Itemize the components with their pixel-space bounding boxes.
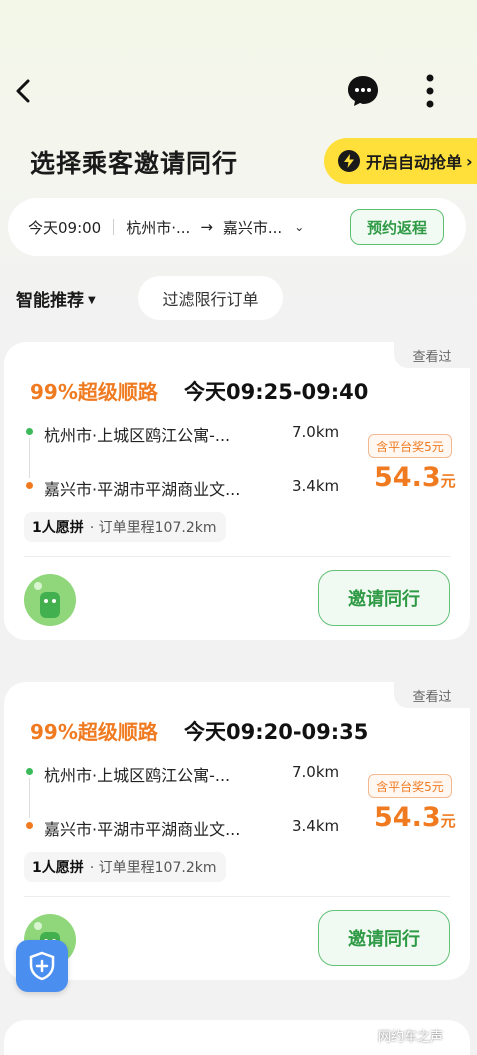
invite-button[interactable]: 邀请同行 — [318, 910, 450, 966]
page-title: 选择乘客邀请同行 — [30, 149, 239, 178]
price-value: 54.3 — [374, 802, 441, 833]
origin-dot-icon — [26, 768, 33, 775]
pickup-time: 今天09:20-09:35 — [184, 720, 369, 744]
pickup-time: 今天09:25-09:40 — [184, 380, 369, 404]
origin-dot-icon — [26, 428, 33, 435]
platform-bonus-badge: 含平台奖5元 — [368, 774, 452, 798]
message-icon[interactable] — [346, 74, 380, 108]
riders-count: 1人愿拼 — [32, 520, 84, 536]
platform-bonus-badge: 含平台奖5元 — [368, 434, 452, 458]
origin-address: 杭州市·上城区鸥江公寓-... — [44, 426, 231, 445]
price-value: 54.3 — [374, 462, 441, 493]
origin-address: 杭州市·上城区鸥江公寓-... — [44, 766, 231, 785]
destination-distance: 3.4km — [292, 817, 340, 835]
match-rate: 99%超级顺路 — [30, 720, 158, 744]
divider — [24, 896, 450, 897]
arrow-right-icon: → — [200, 218, 213, 236]
invite-button[interactable]: 邀请同行 — [318, 570, 450, 626]
auto-grab-label: 开启自动抢单 — [366, 153, 463, 172]
destination-distance: 3.4km — [292, 477, 340, 495]
avatar[interactable] — [24, 574, 76, 626]
destination-address: 嘉兴市·平湖市平湖商业文... — [44, 480, 241, 499]
seen-badge: 查看过 — [394, 342, 470, 368]
order-card[interactable]: 查看过 99%超级顺路 今天09:25-09:40 杭州市·上城区鸥江公寓-..… — [4, 342, 470, 640]
price-unit: 元 — [440, 472, 456, 490]
destination-dot-icon — [26, 482, 33, 489]
price: 54.3元 — [374, 462, 456, 493]
divider — [24, 556, 450, 557]
order-distance: · 订单里程107.2km — [89, 520, 217, 536]
route-bar[interactable]: 今天09:00 杭州市·... → 嘉兴市... ⌄ 预约返程 — [8, 198, 466, 256]
order-card[interactable]: 查看过 99%超级顺路 今天09:20-09:35 杭州市·上城区鸥江公寓-..… — [4, 682, 470, 980]
route-time[interactable]: 今天09:00 — [28, 217, 101, 238]
origin-distance: 7.0km — [292, 423, 340, 441]
back-icon[interactable] — [10, 76, 38, 106]
more-icon[interactable] — [420, 72, 440, 110]
destination-address: 嘉兴市·平湖市平湖商业文... — [44, 820, 241, 839]
seen-badge: 查看过 — [394, 682, 470, 708]
route-from[interactable]: 杭州市·... — [126, 217, 190, 238]
safety-shield-button[interactable] — [16, 940, 68, 992]
route-separator — [113, 219, 115, 235]
order-tags: 1人愿拼 · 订单里程107.2km — [24, 512, 227, 542]
return-trip-button[interactable]: 预约返程 — [350, 209, 444, 245]
route-line — [29, 778, 30, 818]
bolt-icon — [338, 150, 360, 172]
order-distance: · 订单里程107.2km — [89, 860, 217, 876]
origin-distance: 7.0km — [292, 763, 340, 781]
filter-restricted-button[interactable]: 过滤限行订单 — [138, 276, 283, 320]
match-rate: 99%超级顺路 — [30, 380, 158, 404]
sort-dropdown[interactable]: 智能推荐 ▼ — [16, 286, 96, 311]
chevron-down-icon[interactable]: ⌄ — [294, 220, 304, 234]
price-unit: 元 — [440, 812, 456, 830]
watermark: 网约车之声 — [378, 1030, 444, 1045]
chevron-right-icon: › — [466, 151, 473, 171]
price: 54.3元 — [374, 802, 456, 833]
sort-label: 智能推荐 — [16, 291, 84, 311]
order-tags: 1人愿拼 · 订单里程107.2km — [24, 852, 227, 882]
route-line — [29, 438, 30, 478]
destination-dot-icon — [26, 822, 33, 829]
riders-count: 1人愿拼 — [32, 860, 84, 876]
route-to[interactable]: 嘉兴市... — [223, 217, 282, 238]
caret-down-icon: ▼ — [88, 295, 96, 306]
auto-grab-button[interactable]: 开启自动抢单 › — [324, 138, 477, 184]
